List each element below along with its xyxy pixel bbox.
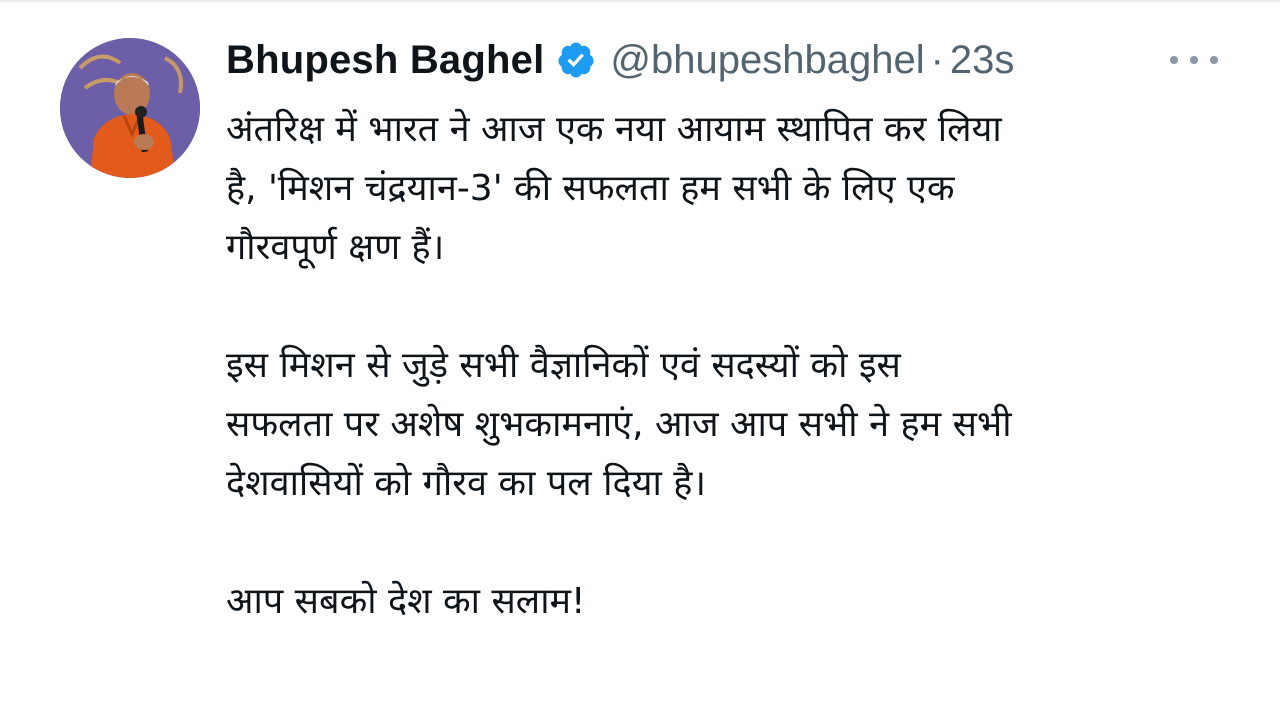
author-handle[interactable]: @bhupeshbaghel <box>610 38 924 83</box>
tweet-paragraph: इस मिशन से जुड़े सभी वैज्ञानिकों एवं सदस… <box>226 336 1236 513</box>
tweet-line: इस मिशन से जुड़े सभी वैज्ञानिकों एवं सदस… <box>226 345 901 386</box>
tweet-text: अंतरिक्ष में भारत ने आज एक नया आयाम स्था… <box>226 100 1236 631</box>
tweet-line: अंतरिक्ष में भारत ने आज एक नया आयाम स्था… <box>226 109 1002 150</box>
author-name[interactable]: Bhupesh Baghel <box>226 38 544 83</box>
tweet-line: गौरवपूर्ण क्षण हैं। <box>226 227 445 268</box>
avatar[interactable] <box>60 38 200 178</box>
tweet-line: सफलता पर अशेष शुभकामनाएं, आज आप सभी ने ह… <box>226 404 1012 445</box>
tweet[interactable]: Bhupesh Baghel @bhupeshbaghel · 23s अंतर… <box>0 0 1280 708</box>
avatar-photo <box>60 38 200 178</box>
tweet-line: आप सबको देश का सलाम! <box>226 581 586 622</box>
tweet-line: है, 'मिशन चंद्रयान-3' की सफलता हम सभी के… <box>226 168 955 209</box>
more-horizontal-icon[interactable] <box>1170 46 1218 74</box>
tweet-timestamp[interactable]: 23s <box>950 38 1015 83</box>
tweet-line: देशवासियों को गौरव का पल दिया है। <box>226 463 706 504</box>
verified-badge-icon[interactable] <box>556 40 596 80</box>
header-separator: · <box>930 37 944 82</box>
tweet-header: Bhupesh Baghel @bhupeshbaghel · 23s <box>226 34 1226 86</box>
tweet-paragraph: आप सबको देश का सलाम! <box>226 572 1236 631</box>
tweet-paragraph: अंतरिक्ष में भारत ने आज एक नया आयाम स्था… <box>226 100 1236 277</box>
